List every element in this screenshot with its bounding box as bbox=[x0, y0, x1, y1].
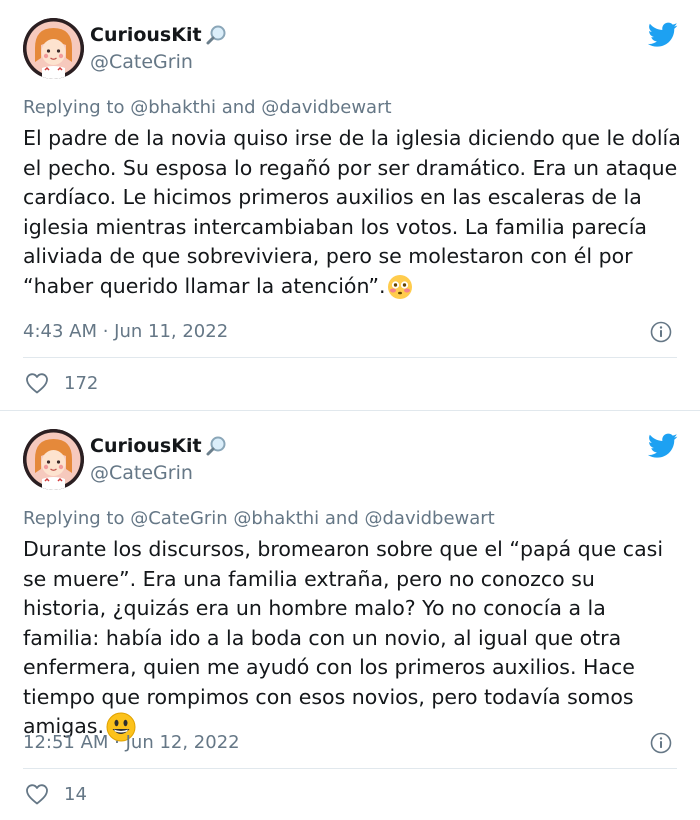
like-count: 172 bbox=[64, 372, 99, 394]
like-count: 14 bbox=[64, 783, 87, 805]
divider bbox=[23, 768, 677, 769]
tweet-body: Durante los discursos, bromearon sobre q… bbox=[23, 537, 664, 738]
display-name[interactable]: CuriousKit bbox=[90, 24, 202, 46]
divider bbox=[23, 357, 677, 358]
info-icon[interactable] bbox=[650, 732, 672, 754]
flushed-face-emoji bbox=[388, 274, 413, 299]
twitter-bird-icon[interactable] bbox=[648, 22, 678, 48]
display-name[interactable]: CuriousKit bbox=[90, 435, 202, 457]
tweet-body: El padre de la novia quiso irse de la ig… bbox=[23, 126, 681, 298]
author-name-row: CuriousKit bbox=[90, 435, 227, 457]
author-name-row: CuriousKit bbox=[90, 24, 227, 46]
avatar[interactable] bbox=[23, 429, 84, 490]
replying-to-mentions[interactable]: @bhakthi and @davidbewart bbox=[130, 97, 391, 118]
magnifying-glass-icon bbox=[206, 25, 226, 45]
magnifying-glass-icon bbox=[206, 436, 226, 456]
tweet-timestamp[interactable]: 4:43 AM · Jun 11, 2022 bbox=[23, 321, 228, 342]
like-action[interactable]: 172 bbox=[25, 372, 98, 394]
tweet-text: Durante los discursos, bromearon sobre q… bbox=[23, 535, 683, 742]
heart-icon[interactable] bbox=[25, 372, 49, 394]
replying-to-line: Replying to @bhakthi and @davidbewart bbox=[23, 97, 392, 118]
tweet-card[interactable]: CuriousKit @CateGrin Replying to @bhakth… bbox=[0, 0, 700, 410]
info-icon[interactable] bbox=[650, 321, 672, 343]
user-handle[interactable]: @CateGrin bbox=[90, 462, 193, 484]
replying-to-line: Replying to @CateGrin @bhakthi and @davi… bbox=[23, 508, 495, 529]
tweet-card[interactable]: CuriousKit @CateGrin Replying to @CateGr… bbox=[0, 410, 700, 820]
replying-to-prefix: Replying to bbox=[23, 97, 125, 118]
replying-to-prefix: Replying to bbox=[23, 508, 125, 529]
like-action[interactable]: 14 bbox=[25, 783, 87, 805]
user-handle[interactable]: @CateGrin bbox=[90, 51, 193, 73]
twitter-bird-icon[interactable] bbox=[648, 433, 678, 459]
replying-to-mentions[interactable]: @CateGrin @bhakthi and @davidbewart bbox=[130, 508, 495, 529]
avatar[interactable] bbox=[23, 18, 84, 79]
heart-icon[interactable] bbox=[25, 783, 49, 805]
tweet-text: El padre de la novia quiso irse de la ig… bbox=[23, 124, 683, 301]
tweet-timestamp[interactable]: 12:51 AM · Jun 12, 2022 bbox=[23, 732, 240, 753]
